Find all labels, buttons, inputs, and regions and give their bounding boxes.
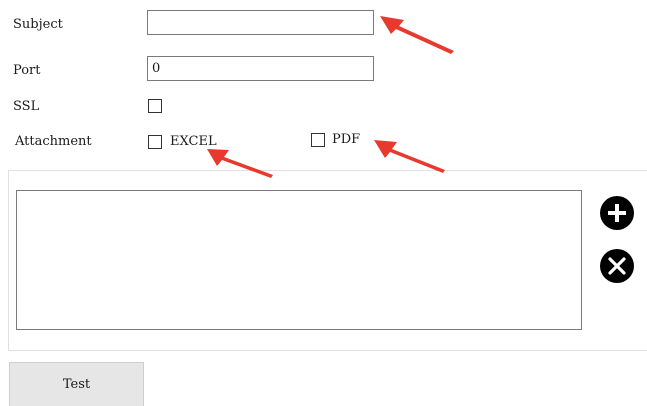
subject-label: Subject [13, 17, 63, 32]
test-button-label: Test [62, 377, 91, 392]
plus-circle-icon [608, 204, 626, 222]
attachment-list[interactable] [16, 190, 582, 330]
ssl-label: SSL [13, 99, 40, 114]
port-label: Port [13, 63, 41, 78]
port-input[interactable] [147, 56, 374, 81]
excel-label: EXCEL [170, 134, 217, 149]
excel-checkbox[interactable] [148, 135, 162, 149]
subject-input[interactable] [147, 10, 374, 35]
annotation-arrow-subject [380, 16, 454, 54]
annotation-arrow-pdf [374, 140, 445, 173]
test-button[interactable]: Test [9, 362, 144, 406]
pdf-checkbox[interactable] [311, 133, 325, 147]
remove-button[interactable] [600, 249, 634, 283]
pdf-label: PDF [332, 132, 361, 147]
ssl-checkbox[interactable] [148, 99, 162, 113]
attachment-label: Attachment [15, 134, 92, 149]
close-circle-icon [608, 257, 626, 275]
add-button[interactable] [600, 196, 634, 230]
